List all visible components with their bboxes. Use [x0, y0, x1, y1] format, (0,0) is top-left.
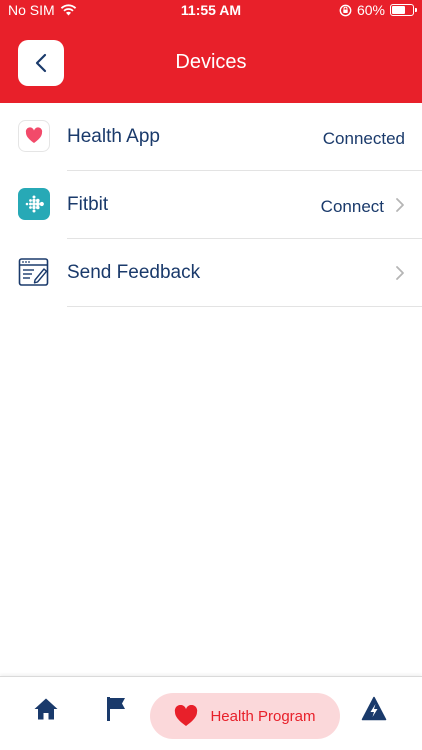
device-label: Health App	[67, 126, 160, 147]
home-icon	[34, 698, 58, 720]
connect-link[interactable]: Connect	[321, 197, 384, 217]
fitbit-icon	[18, 188, 50, 220]
battery-percent: 60%	[356, 2, 385, 18]
heart-icon	[175, 705, 198, 726]
bolt-icon	[361, 696, 387, 721]
chevron-right-icon	[396, 198, 404, 212]
tab-home[interactable]	[32, 695, 60, 723]
device-label: Fitbit	[67, 194, 109, 215]
heart-app-icon	[18, 120, 50, 152]
row-divider	[67, 306, 422, 307]
page-title: Devices	[175, 51, 247, 73]
device-status: Connected	[322, 129, 405, 148]
status-bar: No SIM 11:55 AM 60%	[0, 0, 422, 22]
device-row-health-app[interactable]: Health App Connected	[0, 103, 422, 171]
send-feedback-row[interactable]: Send Feedback	[0, 239, 422, 307]
flag-icon	[107, 697, 125, 721]
tab-goals[interactable]	[102, 695, 130, 723]
device-row-fitbit[interactable]: Fitbit Connect	[0, 171, 422, 239]
feedback-icon	[18, 256, 50, 288]
battery-fill	[392, 6, 406, 14]
bottom-tab-bar: Health Program	[0, 676, 422, 750]
tab-activity[interactable]	[360, 695, 388, 723]
feedback-label: Send Feedback	[67, 262, 201, 283]
orientation-lock-icon	[339, 4, 352, 16]
tab-health-program[interactable]: Health Program	[150, 693, 340, 739]
battery-icon	[390, 4, 417, 16]
chevron-right-icon	[396, 266, 404, 280]
status-right: 60%	[339, 2, 417, 18]
tab-health-program-label: Health Program	[210, 707, 316, 725]
nav-header: Devices	[0, 22, 422, 103]
device-list: Health App Connected Fitbit Connect Send…	[0, 103, 422, 307]
